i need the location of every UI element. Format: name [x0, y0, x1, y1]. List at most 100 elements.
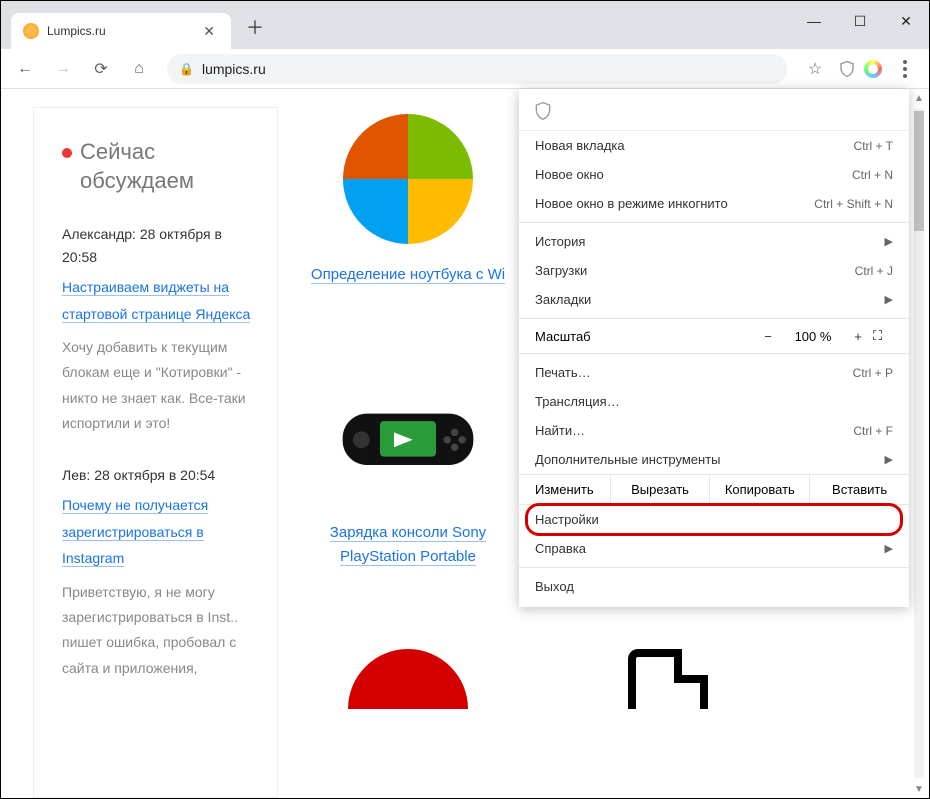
chrome-menu-button[interactable] — [889, 53, 921, 85]
red-shape-icon — [348, 649, 468, 709]
menu-separator — [519, 567, 909, 568]
article-card: Зарядка консоли Sony PlayStation Portabl… — [308, 367, 508, 569]
menu-shortcut: Ctrl + N — [852, 168, 893, 182]
forward-button[interactable]: → — [47, 53, 79, 85]
dots-vertical-icon — [903, 60, 907, 78]
window-titlebar: Lumpics.ru ✕ ＋ ― ☐ ✕ — [1, 1, 929, 49]
menu-label: Новое окно — [535, 167, 604, 182]
chrome-menu: Новая вкладка Ctrl + T Новое окно Ctrl + N… — [519, 89, 909, 607]
menu-print[interactable]: Печать… Ctrl + P — [519, 358, 909, 387]
card-thumb — [338, 609, 478, 749]
card-link[interactable]: Определение ноутбука с Wi — [311, 266, 505, 284]
menu-history[interactable]: История ▶ — [519, 227, 909, 256]
scroll-thumb[interactable] — [914, 111, 924, 231]
menu-label: История — [535, 234, 585, 249]
menu-separator — [519, 318, 909, 319]
menu-shortcut: Ctrl + T — [854, 139, 893, 153]
menu-cut[interactable]: Вырезать — [610, 475, 710, 504]
discussion-body: Хочу добавить к текущим блокам еще и "Ко… — [62, 335, 259, 436]
menu-extension-row[interactable] — [519, 95, 909, 131]
menu-downloads[interactable]: Загрузки Ctrl + J — [519, 256, 909, 285]
new-tab-button[interactable]: ＋ — [241, 13, 269, 41]
card-thumb — [338, 109, 478, 249]
reload-button[interactable]: ⟳ — [85, 53, 117, 85]
scroll-down-icon[interactable]: ▼ — [911, 780, 927, 798]
address-bar[interactable]: 🔒 lumpics.ru — [167, 54, 787, 84]
menu-label: Печать… — [535, 365, 591, 380]
close-window-button[interactable]: ✕ — [883, 1, 929, 41]
menu-label: Загрузки — [535, 263, 587, 278]
sidebar-discussion-box: Сейчас обсуждаем Александр: 28 октября в… — [33, 107, 278, 798]
extension-shield-icon[interactable] — [837, 59, 857, 79]
tab-favicon — [23, 23, 39, 39]
back-button[interactable]: ← — [9, 53, 41, 85]
menu-copy[interactable]: Копировать — [709, 475, 809, 504]
discussion-link[interactable]: Настраиваем виджеты на стартовой страниц… — [62, 279, 250, 323]
menu-label: Новая вкладка — [535, 138, 625, 153]
maximize-button[interactable]: ☐ — [837, 1, 883, 41]
close-tab-icon[interactable]: ✕ — [199, 23, 219, 40]
minimize-button[interactable]: ― — [791, 1, 837, 41]
article-card — [568, 609, 768, 763]
browser-toolbar: ← → ⟳ ⌂ 🔒 lumpics.ru ☆ — [1, 49, 929, 89]
zoom-in-button[interactable]: + — [843, 329, 873, 344]
menu-more-tools[interactable]: Дополнительные инструменты ▶ — [519, 445, 909, 474]
window-controls: ― ☐ ✕ — [791, 1, 929, 41]
menu-edit-row: Изменить Вырезать Копировать Вставить — [519, 474, 909, 505]
menu-shortcut: Ctrl + J — [855, 264, 893, 278]
shield-icon — [533, 101, 553, 121]
menu-exit[interactable]: Выход — [519, 572, 909, 601]
red-dot-icon — [62, 148, 72, 158]
chevron-right-icon: ▶ — [885, 235, 893, 248]
chevron-right-icon: ▶ — [885, 453, 893, 466]
menu-label: Справка — [535, 541, 586, 556]
menu-help[interactable]: Справка▶ — [519, 534, 909, 563]
menu-new-window[interactable]: Новое окно Ctrl + N — [519, 160, 909, 189]
menu-incognito[interactable]: Новое окно в режиме инкогнито Ctrl + Shif… — [519, 189, 909, 218]
menu-label: Выход — [535, 579, 574, 594]
card-thumb — [598, 609, 738, 749]
article-card — [308, 609, 508, 763]
menu-shortcut: Ctrl + P — [853, 366, 893, 380]
article-card: Определение ноутбука с Wi — [308, 109, 508, 287]
sidebar-heading: Сейчас обсуждаем — [62, 138, 259, 195]
scroll-up-icon[interactable]: ▲ — [911, 89, 927, 107]
menu-label: Новое окно в режиме инкогнито — [535, 196, 728, 211]
menu-label: Трансляция… — [535, 394, 620, 409]
extension-colorpicker-icon[interactable] — [863, 59, 883, 79]
menu-label: Дополнительные инструменты — [535, 452, 721, 467]
discussion-meta: Александр: 28 октября в 20:58 — [62, 223, 259, 268]
menu-label: Изменить — [519, 475, 610, 504]
menu-settings[interactable]: Настройки — [519, 505, 909, 534]
zoom-out-button[interactable]: − — [753, 329, 783, 344]
menu-find[interactable]: Найти…Ctrl + F — [519, 416, 909, 445]
discussion-item: Лев: 28 октября в 20:54 Почему не получа… — [62, 464, 259, 681]
tab-title: Lumpics.ru — [47, 24, 199, 38]
discussion-item: Александр: 28 октября в 20:58 Настраивае… — [62, 223, 259, 436]
menu-separator — [519, 353, 909, 354]
menu-label: Настройки — [535, 512, 599, 527]
discussion-body: Приветствую, я не могу зарегистрироватьс… — [62, 580, 259, 681]
psp-icon — [338, 387, 478, 487]
menu-label: Масштаб — [535, 329, 753, 344]
menu-zoom-row: Масштаб − 100 % + ⛶ — [519, 323, 909, 349]
sidebar-heading-text: Сейчас обсуждаем — [80, 138, 259, 195]
menu-bookmarks[interactable]: Закладки▶ — [519, 285, 909, 314]
vertical-scrollbar[interactable]: ▲ ▼ — [911, 89, 927, 798]
home-button[interactable]: ⌂ — [123, 53, 155, 85]
menu-paste[interactable]: Вставить — [809, 475, 909, 504]
zoom-percent: 100 % — [783, 329, 843, 344]
windows-logo-icon — [343, 114, 473, 244]
discussion-meta: Лев: 28 октября в 20:54 — [62, 464, 259, 486]
fullscreen-icon[interactable]: ⛶ — [873, 328, 893, 344]
menu-label: Найти… — [535, 423, 585, 438]
url-text: lumpics.ru — [202, 61, 266, 77]
discussion-link[interactable]: Почему не получается зарегистрироваться … — [62, 497, 208, 567]
menu-shortcut: Ctrl + Shift + N — [814, 197, 893, 211]
browser-tab[interactable]: Lumpics.ru ✕ — [11, 13, 231, 49]
bookmark-star-icon[interactable]: ☆ — [799, 53, 831, 85]
menu-new-tab[interactable]: Новая вкладка Ctrl + T — [519, 131, 909, 160]
card-link[interactable]: Зарядка консоли Sony PlayStation Portabl… — [330, 524, 486, 566]
document-icon — [628, 649, 708, 709]
menu-cast[interactable]: Трансляция… — [519, 387, 909, 416]
